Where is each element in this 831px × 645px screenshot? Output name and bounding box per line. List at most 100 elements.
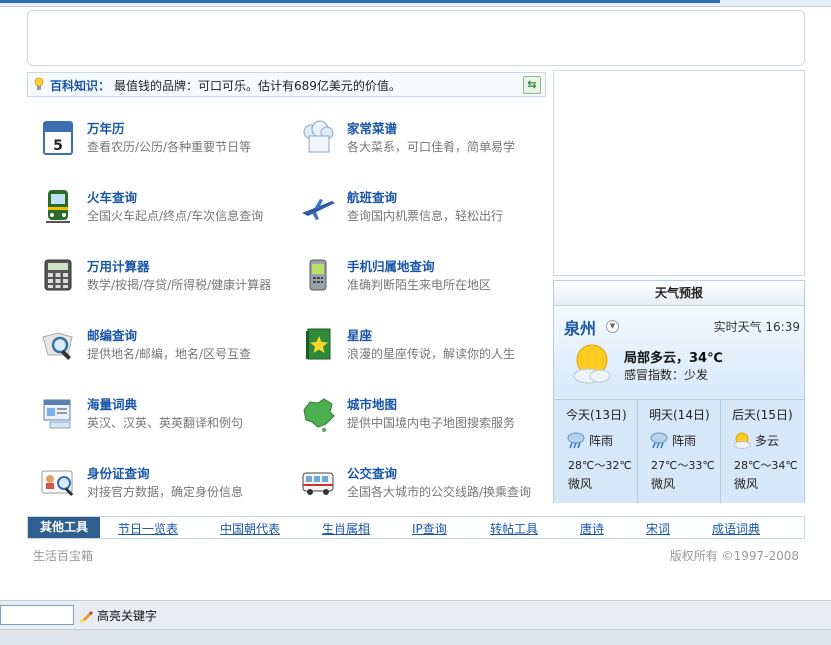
realtime-label: 实时天气 16:39 xyxy=(713,320,800,334)
tool-item-train[interactable]: 火车查询 全国火车起点/终点/车次信息查询 xyxy=(30,185,280,235)
find-bar: 高亮关键字 xyxy=(0,600,831,645)
tool-item-recipes[interactable]: 家常菜谱 各大菜系，可口佳肴，简单易学 xyxy=(290,116,540,166)
partly-cloudy-icon xyxy=(573,344,611,384)
top-accent-bar xyxy=(0,0,720,3)
calendar-icon: 5 xyxy=(43,121,73,155)
tool-desc: 浪漫的星座传说，解读你的人生 xyxy=(347,347,516,361)
rain-shower-icon xyxy=(567,432,585,449)
tool-item-calendar[interactable]: 5 万年历 查看农历/公历/各种重要节日等 xyxy=(30,116,280,166)
footer: 生活百宝箱 版权所有 ©1997-2008 xyxy=(27,545,803,565)
other-tools-bar: 其他工具 节日一览表 中国朝代表 生肖属相 IP查询 转帖工具 唐诗 宋词 成语… xyxy=(27,516,805,539)
tool-title[interactable]: 家常菜谱 xyxy=(347,118,397,137)
link-tang-poems[interactable]: 唐诗 xyxy=(580,520,604,537)
tool-desc: 英汉、汉英、英英翻译和例句 xyxy=(87,416,244,430)
footer-site-name: 生活百宝箱 xyxy=(33,549,94,563)
tool-item-mobile-location[interactable]: 手机归属地查询 准确判断陌生来电所在地区 xyxy=(290,254,540,304)
tool-title[interactable]: 海量词典 xyxy=(87,394,137,413)
tool-title[interactable]: 手机归属地查询 xyxy=(347,256,435,275)
link-repost-tool[interactable]: 转帖工具 xyxy=(490,520,538,537)
forecast-days: 今天(13日) 阵雨 28℃～32℃ 微风 明天(14日) 阵雨 27℃～33℃… xyxy=(554,399,804,503)
magnifier-map-icon xyxy=(42,332,73,360)
forecast-temp: 28℃～32℃ xyxy=(568,459,632,472)
highlight-keywords-button[interactable]: 高亮关键字 xyxy=(80,607,157,624)
tip-bar: 百科知识： 最值钱的品牌：可口可乐。估计有689亿美元的价值。 ⇆ xyxy=(27,72,546,97)
tip-text: 最值钱的品牌：可口可乐。估计有689亿美元的价值。 xyxy=(114,79,401,93)
tool-title[interactable]: 身份证查询 xyxy=(87,463,150,482)
link-zodiac[interactable]: 生肖属相 xyxy=(322,520,370,537)
forecast-day-name: 后天(15日) xyxy=(732,408,793,422)
tool-title[interactable]: 星座 xyxy=(347,325,372,344)
forecast-temp: 28℃～34℃ xyxy=(734,459,798,472)
chef-hat-icon xyxy=(303,120,334,153)
tool-title[interactable]: 航班查询 xyxy=(347,187,397,206)
tool-desc: 全国火车起点/终点/车次信息查询 xyxy=(87,209,264,223)
tool-item-dictionary[interactable]: 海量词典 英汉、汉英、英英翻译和例句 xyxy=(30,392,280,442)
cold-index: 感冒指数：少发 xyxy=(624,368,709,382)
current-condition: 局部多云，34℃ xyxy=(624,351,723,366)
current-weather: 泉州 ▼ 实时天气 16:39 局部多云，34℃ 感冒指数：少发 xyxy=(554,306,804,398)
forecast-day: 明天(14日) 阵雨 27℃～33℃ 微风 xyxy=(637,400,721,503)
train-icon xyxy=(46,190,70,223)
find-input[interactable] xyxy=(0,605,74,625)
forecast-condition: 多云 xyxy=(755,434,780,448)
rain-shower-icon xyxy=(650,432,668,449)
star-book-icon xyxy=(306,328,331,360)
city-dropdown-icon[interactable]: ▼ xyxy=(606,320,619,333)
forecast-condition: 阵雨 xyxy=(589,434,614,448)
ad-box xyxy=(553,70,805,276)
link-holidays[interactable]: 节日一览表 xyxy=(118,520,178,537)
tool-desc: 查询国内机票信息，轻松出行 xyxy=(347,209,504,223)
highlight-keywords-label: 高亮关键字 xyxy=(97,609,158,623)
tool-title[interactable]: 万年历 xyxy=(87,118,125,137)
tool-desc: 查看农历/公历/各种重要节日等 xyxy=(87,140,252,154)
tool-desc: 对接官方数据，确定身份信息 xyxy=(87,485,244,499)
lightbulb-icon xyxy=(34,77,44,90)
city-name[interactable]: 泉州 xyxy=(564,315,596,339)
cloudy-sun-icon xyxy=(733,432,751,449)
forecast-day-name: 明天(14日) xyxy=(649,408,710,422)
tool-desc: 全国各大城市的公交线路/换乘查询 xyxy=(347,485,532,499)
tool-item-calculator[interactable]: 万用计算器 数学/按揭/存贷/所得税/健康计算器 xyxy=(30,254,280,304)
link-dynasties[interactable]: 中国朝代表 xyxy=(220,520,280,537)
link-song-ci[interactable]: 宋词 xyxy=(646,520,670,537)
forecast-day: 今天(13日) 阵雨 28℃～32℃ 微风 xyxy=(554,400,638,503)
tool-title[interactable]: 公交查询 xyxy=(347,463,397,482)
other-tools-label: 其他工具 xyxy=(28,517,100,538)
calculator-icon xyxy=(44,259,72,291)
tool-desc: 数学/按揭/存贷/所得税/健康计算器 xyxy=(87,278,272,292)
highlighter-pen-icon xyxy=(80,611,93,622)
mobile-phone-icon xyxy=(309,259,327,291)
tool-item-constellation[interactable]: 星座 浪漫的星座传说，解读你的人生 xyxy=(290,323,540,373)
top-strip xyxy=(0,0,831,7)
tool-item-id-card[interactable]: 身份证查询 对接官方数据，确定身份信息 xyxy=(30,461,280,511)
tool-title[interactable]: 万用计算器 xyxy=(87,256,150,275)
tip-label: 百科知识： xyxy=(50,79,111,93)
forecast-wind: 微风 xyxy=(651,477,676,491)
tool-desc: 各大菜系，可口佳肴，简单易学 xyxy=(347,140,516,154)
tool-title[interactable]: 城市地图 xyxy=(347,394,397,413)
tool-desc: 提供中国境内电子地图搜索服务 xyxy=(347,416,516,430)
forecast-condition: 阵雨 xyxy=(672,434,697,448)
china-map-icon xyxy=(303,398,335,432)
banner-box xyxy=(27,10,805,66)
svg-text:5: 5 xyxy=(53,138,63,154)
footer-copyright: 版权所有 ©1997-2008 xyxy=(669,549,799,563)
id-card-icon xyxy=(41,470,74,496)
link-ip-query[interactable]: IP查询 xyxy=(412,520,447,537)
dictionary-icon xyxy=(43,399,71,429)
forecast-day-name: 今天(13日) xyxy=(566,408,627,422)
tool-title[interactable]: 火车查询 xyxy=(87,187,137,206)
tool-title[interactable]: 邮编查询 xyxy=(87,325,137,344)
tool-desc: 提供地名/邮编，地名/区号互查 xyxy=(87,347,252,361)
tool-item-flight[interactable]: 航班查询 查询国内机票信息，轻松出行 xyxy=(290,185,540,235)
tool-item-bus[interactable]: 公交查询 全国各大城市的公交线路/换乘查询 xyxy=(290,461,540,511)
weather-widget: 天气预报 泉州 ▼ 实时天气 16:39 局部多云，34℃ 感冒指数：少发 今天… xyxy=(553,280,805,503)
tool-desc: 准确判断陌生来电所在地区 xyxy=(347,278,492,292)
refresh-tip-button[interactable]: ⇆ xyxy=(523,76,541,94)
forecast-wind: 微风 xyxy=(568,477,593,491)
forecast-day: 后天(15日) 多云 28℃～34℃ 微风 xyxy=(720,400,804,503)
tool-item-postcode[interactable]: 邮编查询 提供地名/邮编，地名/区号互查 xyxy=(30,323,280,373)
weather-header: 天气预报 xyxy=(554,281,804,306)
tool-item-city-map[interactable]: 城市地图 提供中国境内电子地图搜索服务 xyxy=(290,392,540,442)
link-idiom-dictionary[interactable]: 成语词典 xyxy=(712,520,760,537)
